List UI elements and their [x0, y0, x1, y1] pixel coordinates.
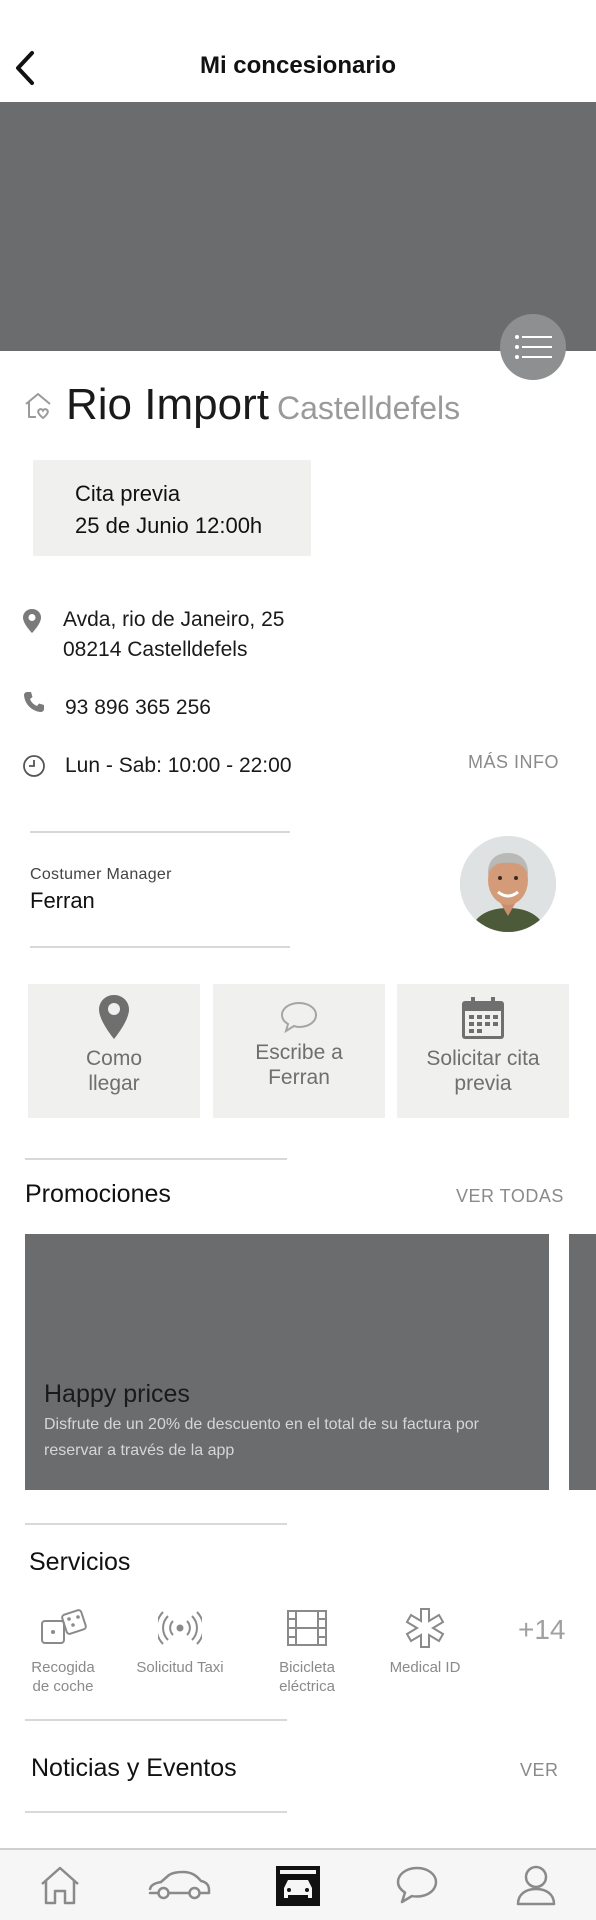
news-see-all-link[interactable]: VER	[520, 1760, 559, 1781]
page-title: Mi concesionario	[199, 52, 397, 79]
address-line-1: Avda, rio de Janeiro, 25	[63, 608, 285, 631]
list-menu-icon	[515, 335, 552, 359]
appointment-datetime: 25 de Junio 12:00h	[75, 513, 263, 538]
service-label-line-1: Solicitud Taxi	[136, 1659, 224, 1676]
profile-icon	[516, 1865, 555, 1906]
service-label-line-2: eléctrica	[279, 1678, 335, 1695]
promotions-title: Promociones	[25, 1180, 171, 1208]
location-pin-icon	[22, 608, 48, 636]
divider	[25, 1811, 287, 1813]
divider	[30, 946, 290, 948]
service-medical-id[interactable]: Medical ID	[370, 1606, 480, 1677]
address[interactable]: Avda, rio de Janeiro, 25 08214 Castellde…	[63, 605, 284, 665]
directions-label-line-2: llegar	[88, 1072, 140, 1095]
promotions-see-all-link[interactable]: VER TODAS	[456, 1186, 564, 1207]
service-label-line-1: Bicicleta	[279, 1659, 335, 1676]
tab-home[interactable]	[0, 1850, 119, 1920]
promo-card-next[interactable]	[569, 1234, 596, 1490]
promo-description: Disfrute de un 20% de descuento en el to…	[44, 1416, 479, 1459]
news-title: Noticias y Eventos	[31, 1754, 237, 1782]
medical-star-icon	[370, 1606, 480, 1650]
services-title: Servicios	[29, 1548, 131, 1576]
divider	[25, 1158, 287, 1160]
appointment-action-label-line-2: previa	[454, 1072, 512, 1095]
message-manager-button[interactable]: Escribe a Ferran	[213, 984, 385, 1118]
top-navigation-bar	[0, 0, 596, 102]
tab-profile[interactable]	[476, 1850, 595, 1920]
directions-label-line-1: Como	[85, 1047, 143, 1070]
manager-role: Costumer Manager	[30, 866, 172, 883]
radio-signal-icon	[125, 1606, 235, 1650]
clock-icon	[22, 754, 48, 782]
service-label-line-1: Medical ID	[389, 1659, 461, 1676]
more-services-button[interactable]: +14	[518, 1614, 566, 1646]
location-pin-icon	[98, 984, 130, 1040]
divider	[25, 1719, 287, 1721]
service-car-pickup[interactable]: Recogida de coche	[8, 1606, 118, 1696]
message-label-line-1: Escribe a	[255, 1041, 343, 1064]
dealer-name: Rio Import	[66, 380, 269, 429]
manager-avatar[interactable]	[460, 836, 556, 932]
tab-dealer[interactable]	[238, 1850, 357, 1920]
directions-button[interactable]: Como llegar	[28, 984, 200, 1118]
tab-messages[interactable]	[357, 1850, 476, 1920]
divider	[30, 831, 290, 833]
menu-button[interactable]	[500, 314, 566, 380]
home-icon	[40, 1866, 79, 1905]
service-label-line-2: de coche	[32, 1678, 94, 1695]
chat-icon	[396, 1866, 437, 1904]
calendar-icon	[461, 984, 505, 1040]
tab-vehicle[interactable]	[119, 1850, 238, 1920]
address-line-2: 08214 Castelldefels	[63, 638, 248, 661]
favorite-dealer-icon[interactable]	[22, 390, 54, 422]
car-icon	[148, 1870, 210, 1900]
divider	[25, 1523, 287, 1525]
phone-icon	[22, 690, 48, 718]
message-label-line-2: Ferran	[268, 1066, 330, 1089]
dealer-city: Castelldefels	[276, 390, 461, 426]
dealer-title: Rio Import Castelldefels	[66, 380, 460, 430]
service-electric-bike[interactable]: Bicicleta eléctrica	[252, 1606, 362, 1696]
service-taxi-request[interactable]: Solicitud Taxi	[125, 1606, 235, 1677]
bottom-tab-bar	[0, 1848, 596, 1920]
appointment-label: Cita previa	[75, 481, 181, 506]
opening-hours: Lun - Sab: 10:00 - 22:00	[65, 754, 292, 777]
manager-name: Ferran	[30, 888, 95, 913]
appointment-card[interactable]: Cita previa 25 de Junio 12:00h	[33, 460, 311, 556]
more-info-link[interactable]: MÁS INFO	[468, 752, 559, 773]
film-strip-icon	[252, 1606, 362, 1650]
promo-title: Happy prices	[44, 1380, 190, 1408]
phone-number[interactable]: 93 896 365 256	[65, 693, 211, 723]
service-label-line-1: Recogida	[31, 1659, 95, 1676]
request-appointment-button[interactable]: Solicitar cita previa	[397, 984, 569, 1118]
dealer-garage-icon	[275, 1866, 320, 1906]
dice-icon	[8, 1606, 118, 1650]
dealer-hero-image	[0, 102, 596, 351]
chat-bubble-icon	[279, 984, 319, 1034]
appointment-action-label-line-1: Solicitar cita	[426, 1047, 540, 1070]
